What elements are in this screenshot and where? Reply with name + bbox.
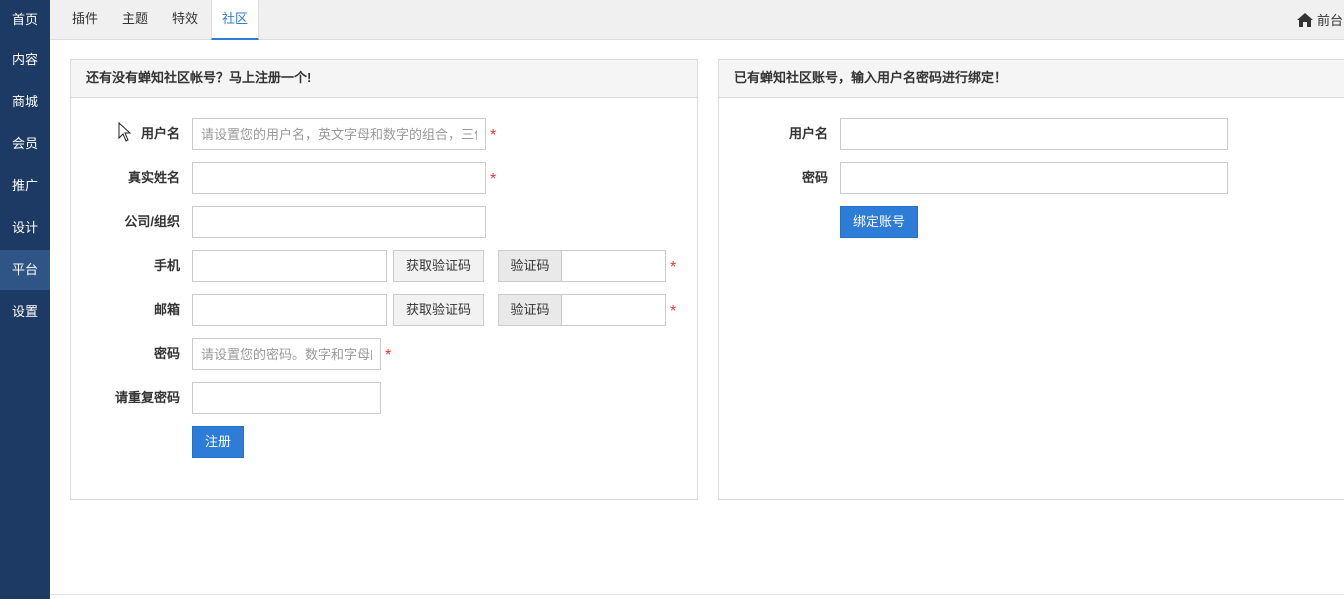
phone-get-code-button[interactable]: 获取验证码 bbox=[393, 250, 484, 282]
realname-required-mark: * bbox=[490, 171, 497, 188]
bind-password-input[interactable] bbox=[840, 162, 1228, 194]
sidebar: 首页 内容 商城 会员 推广 设计 平台 设置 bbox=[0, 0, 50, 599]
email-code-addon: 验证码 bbox=[498, 294, 562, 326]
email-get-code-button[interactable]: 获取验证码 bbox=[393, 294, 484, 326]
company-label: 公司/组织 bbox=[124, 214, 180, 229]
bind-password-label: 密码 bbox=[801, 170, 828, 185]
password-label: 密码 bbox=[153, 346, 180, 361]
sidebar-item-home[interactable]: 首页 bbox=[0, 0, 50, 40]
sidebar-item-promotion[interactable]: 推广 bbox=[0, 166, 50, 206]
bind-panel-title: 已有蝉知社区账号，输入用户名密码进行绑定！ bbox=[719, 60, 1344, 98]
mouse-cursor-icon bbox=[118, 122, 132, 142]
phone-code-addon: 验证码 bbox=[498, 250, 562, 282]
register-panel-title: 还有没有蝉知社区帐号？马上注册一个! bbox=[71, 60, 697, 98]
sidebar-item-content[interactable]: 内容 bbox=[0, 40, 50, 80]
phone-required-mark: * bbox=[670, 259, 677, 276]
sidebar-item-platform[interactable]: 平台 bbox=[0, 250, 50, 290]
company-input[interactable] bbox=[192, 206, 486, 238]
username-input[interactable] bbox=[192, 118, 486, 150]
password-input[interactable] bbox=[192, 338, 381, 370]
phone-label: 手机 bbox=[153, 258, 180, 273]
email-code-input[interactable] bbox=[561, 294, 666, 326]
divider bbox=[50, 594, 1344, 595]
repeat-password-input[interactable] bbox=[192, 382, 381, 414]
email-input[interactable] bbox=[192, 294, 387, 326]
register-button[interactable]: 注册 bbox=[192, 426, 244, 458]
realname-input[interactable] bbox=[192, 162, 486, 194]
bind-username-label: 用户名 bbox=[788, 126, 828, 141]
username-required-mark: * bbox=[490, 127, 497, 144]
email-required-mark: * bbox=[670, 303, 677, 320]
bind-username-input[interactable] bbox=[840, 118, 1228, 150]
email-label: 邮箱 bbox=[153, 302, 180, 317]
sidebar-item-design[interactable]: 设计 bbox=[0, 208, 50, 248]
realname-label: 真实姓名 bbox=[127, 170, 180, 185]
tab-effects[interactable]: 特效 bbox=[162, 0, 208, 40]
repeat-password-label: 请重复密码 bbox=[114, 390, 180, 405]
tab-themes[interactable]: 主题 bbox=[112, 0, 158, 40]
sidebar-item-members[interactable]: 会员 bbox=[0, 124, 50, 164]
password-required-mark: * bbox=[385, 347, 392, 364]
sidebar-item-settings[interactable]: 设置 bbox=[0, 292, 50, 332]
home-icon bbox=[1297, 13, 1313, 27]
front-link-label: 前台 bbox=[1317, 12, 1344, 28]
tab-community[interactable]: 社区 bbox=[211, 0, 259, 40]
top-navbar: 插件 主题 特效 社区 前台 bbox=[50, 0, 1344, 40]
tab-plugins[interactable]: 插件 bbox=[62, 0, 108, 40]
sidebar-item-shop[interactable]: 商城 bbox=[0, 82, 50, 122]
phone-input[interactable] bbox=[192, 250, 387, 282]
bind-account-button[interactable]: 绑定账号 bbox=[840, 206, 918, 238]
front-link[interactable]: 前台 bbox=[1297, 0, 1343, 40]
phone-code-input[interactable] bbox=[561, 250, 666, 282]
